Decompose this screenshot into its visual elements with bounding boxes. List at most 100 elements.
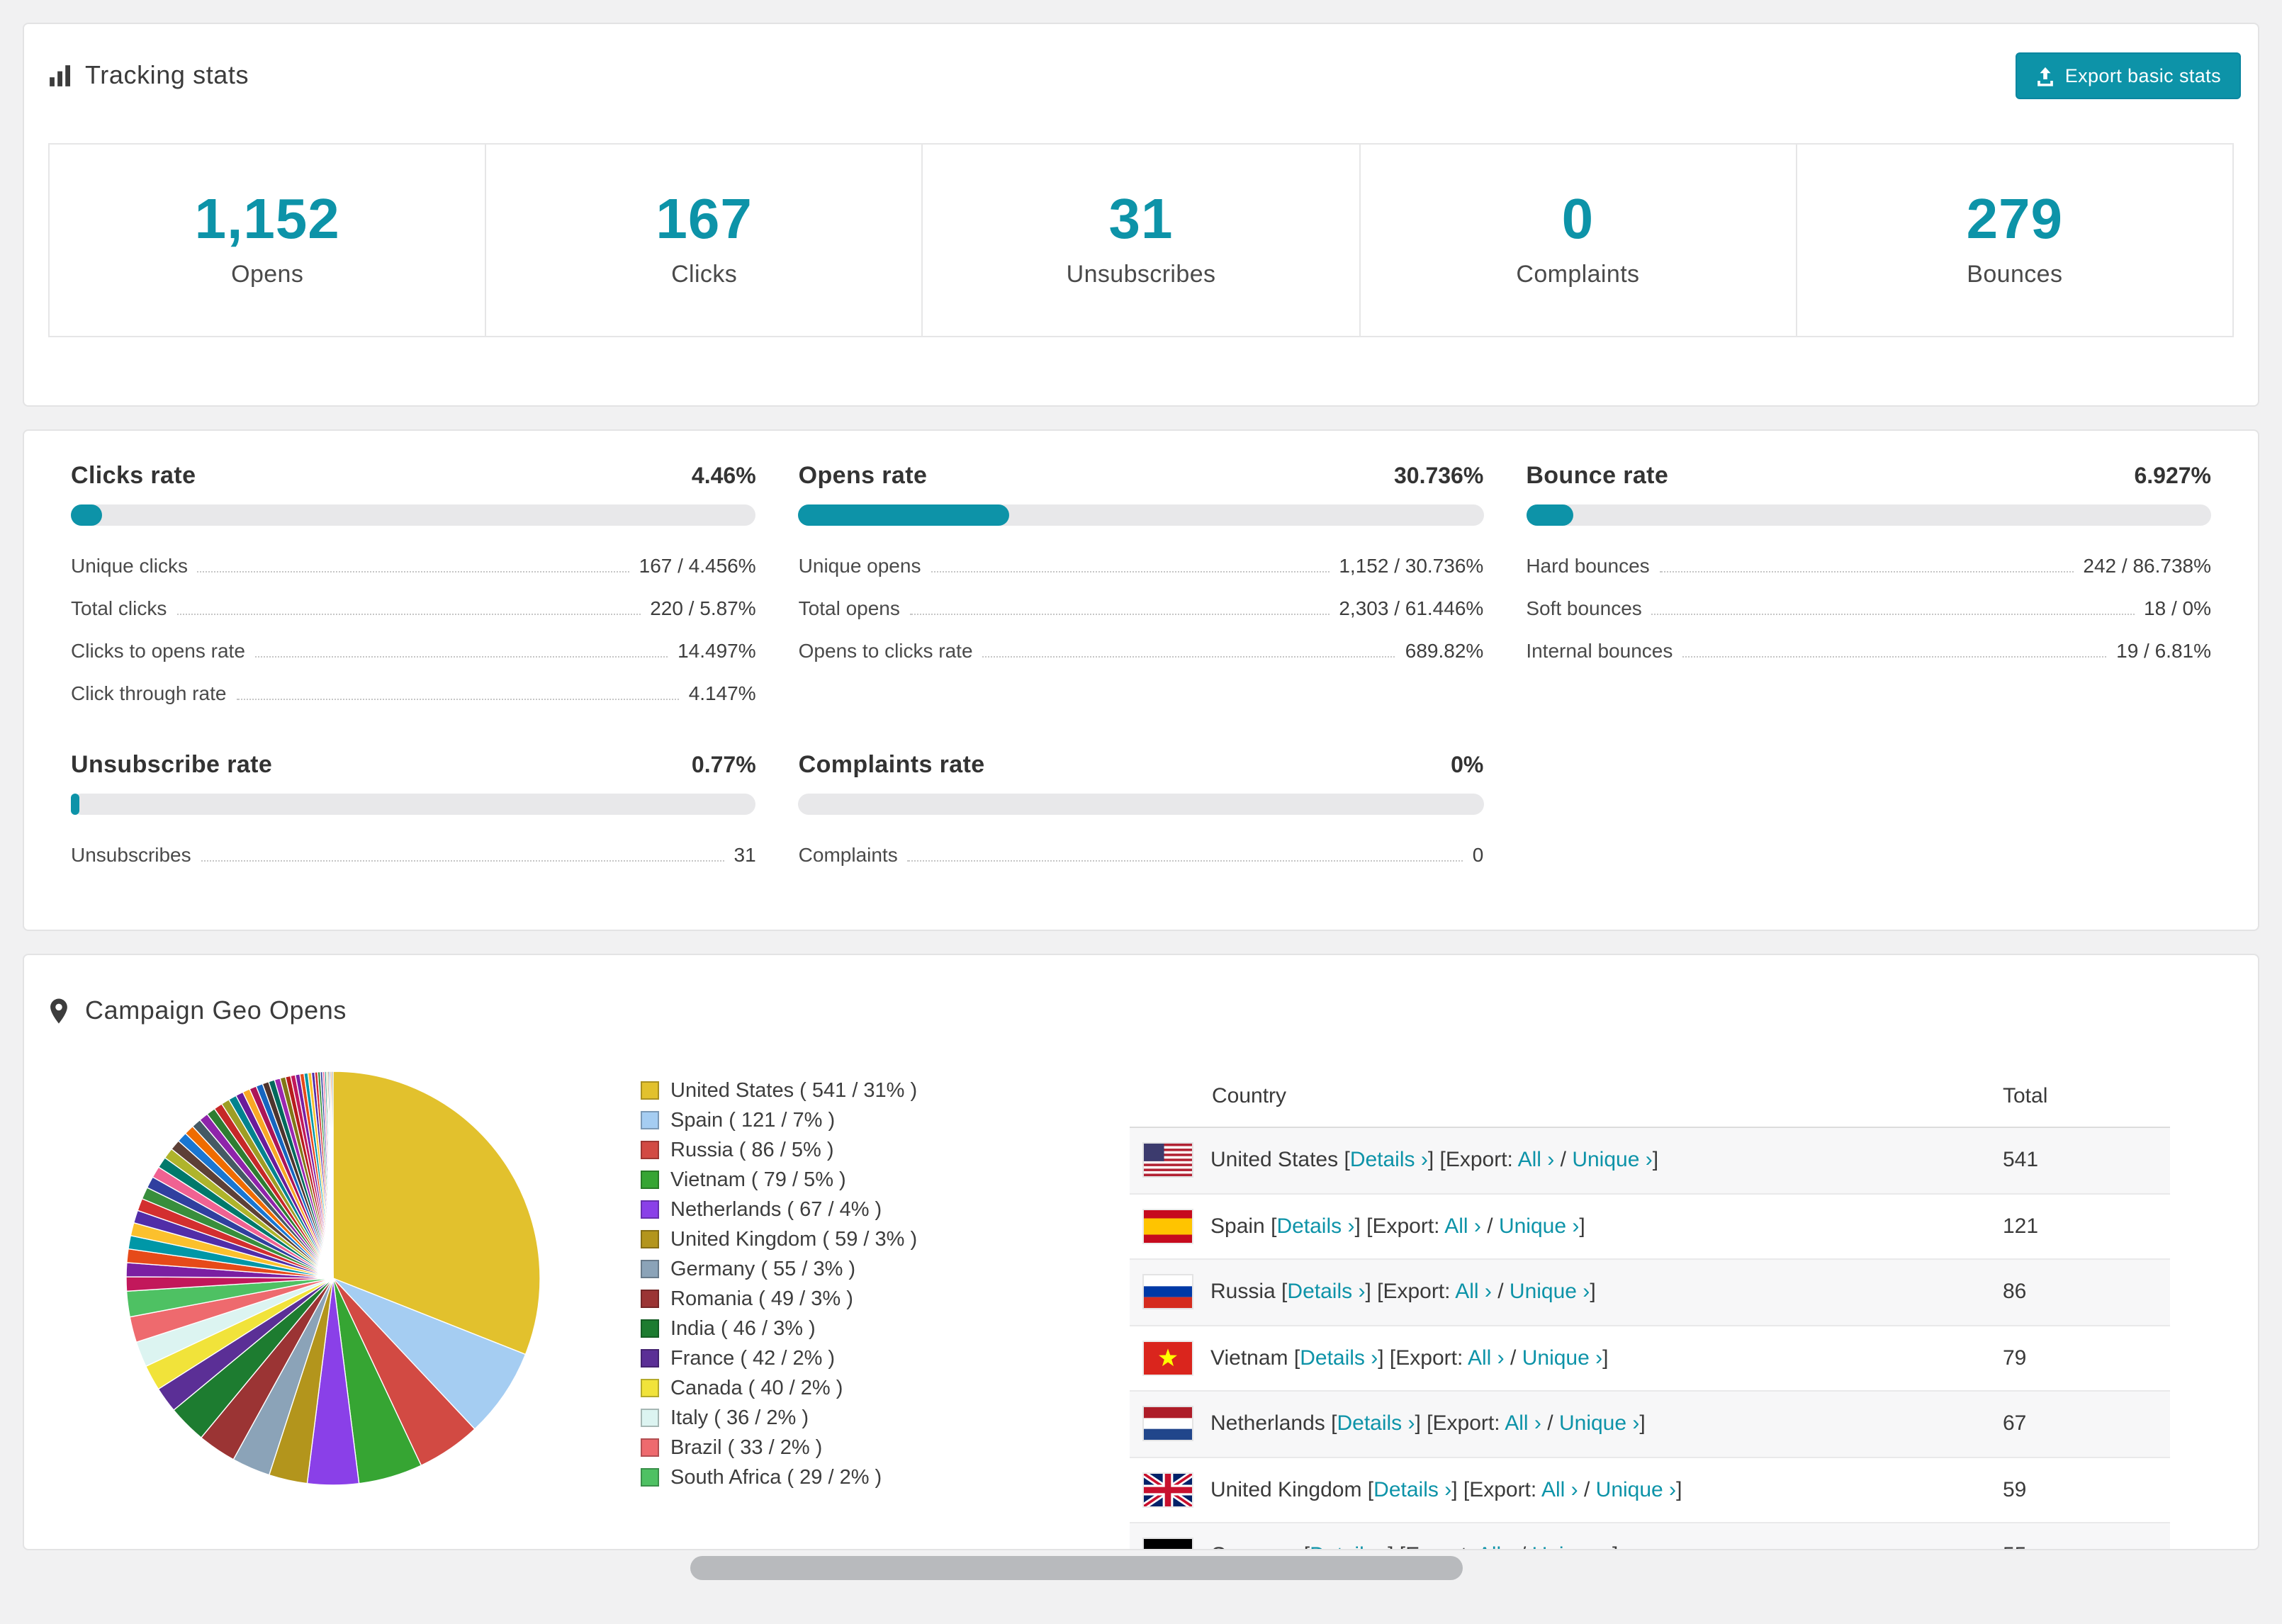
export-unique-link[interactable]: Unique › xyxy=(1572,1149,1652,1173)
details-link[interactable]: Details › xyxy=(1337,1412,1415,1436)
rate-stat-value: 242 / 86.738% xyxy=(2083,554,2211,577)
details-link[interactable]: Details › xyxy=(1373,1478,1451,1502)
rate-stat-label: Total opens xyxy=(798,597,900,619)
stat-value: 167 xyxy=(656,188,753,251)
row-total: 79 xyxy=(2003,1346,2027,1370)
export-all-link[interactable]: All › xyxy=(1444,1214,1481,1239)
rate-progress-fill xyxy=(71,794,80,815)
export-all-link[interactable]: All › xyxy=(1541,1478,1578,1502)
tracking-stats-card: Tracking stats Export basic stats 1,152 … xyxy=(23,23,2259,407)
table-row: United States [Details ›] [Export: All ›… xyxy=(1130,1128,2170,1194)
legend-label: Brazil ( 33 / 2% ) xyxy=(670,1436,823,1459)
rates-card: Clicks rate 4.46% Unique clicks 167 / 4.… xyxy=(23,429,2259,931)
table-row: Germany [Details ›] [Export: All › / Uni… xyxy=(1130,1523,2170,1550)
geo-content: United States ( 541 / 31% ) Spain ( 121 … xyxy=(24,1066,2258,1550)
row-total: 121 xyxy=(2003,1214,2039,1239)
rate-stat-label: Unique clicks xyxy=(71,554,188,577)
export-unique-link[interactable]: Unique › xyxy=(1522,1346,1602,1370)
legend-item: Canada ( 40 / 2% ) xyxy=(641,1373,1130,1403)
rate-stat-value: 2,303 / 61.446% xyxy=(1339,597,1484,619)
dotted-leader xyxy=(931,571,1330,573)
rate-stat-label: Hard bounces xyxy=(1526,554,1650,577)
country-name: Germany xyxy=(1210,1544,1298,1550)
dotted-leader xyxy=(907,860,1463,862)
rate-progress-bar xyxy=(798,504,1484,526)
country-name: Spain xyxy=(1210,1214,1265,1239)
stat-label: Clicks xyxy=(671,261,738,288)
rate-stat-value: 689.82% xyxy=(1405,639,1484,662)
stat-box: 0 Complaints xyxy=(1359,143,1797,337)
dotted-leader xyxy=(201,860,724,862)
details-link[interactable]: Details › xyxy=(1300,1346,1378,1370)
export-button-label: Export basic stats xyxy=(2064,65,2221,86)
legend-label: Romania ( 49 / 3% ) xyxy=(670,1287,853,1310)
export-unique-link[interactable]: Unique › xyxy=(1499,1214,1579,1239)
rate-stat-row: Complaints 0 xyxy=(799,833,1484,876)
stat-box: 167 Clicks xyxy=(485,143,923,337)
bar-chart-icon xyxy=(48,64,72,88)
rate-progress-fill xyxy=(71,504,102,526)
rate-stat-row: Clicks to opens rate 14.497% xyxy=(71,629,756,672)
legend-item: Germany ( 55 / 3% ) xyxy=(641,1254,1130,1284)
rate-value: 30.736% xyxy=(1393,465,1484,489)
rate-stat-label: Soft bounces xyxy=(1526,597,1642,619)
export-all-link[interactable]: All › xyxy=(1478,1544,1514,1550)
export-unique-link[interactable]: Unique › xyxy=(1510,1280,1590,1304)
country-name: United States xyxy=(1210,1148,1339,1173)
rate-block: Unsubscribe rate 0.77% Unsubscribes 31 xyxy=(71,751,756,876)
legend-item: France ( 42 / 2% ) xyxy=(641,1343,1130,1373)
column-header-country: Country xyxy=(1212,1084,1287,1108)
rate-stat-row: Unique opens 1,152 / 30.736% xyxy=(799,544,1484,587)
details-link[interactable]: Details › xyxy=(1276,1214,1354,1239)
horizontal-scrollbar-thumb[interactable] xyxy=(690,1556,1463,1580)
export-all-link[interactable]: All › xyxy=(1505,1412,1541,1436)
geo-pie-chart[interactable] xyxy=(24,1066,641,1491)
rate-stat-value: 14.497% xyxy=(678,639,756,662)
export-all-link[interactable]: All › xyxy=(1518,1149,1555,1173)
dotted-leader xyxy=(197,571,629,573)
legend-color-swatch xyxy=(641,1111,659,1129)
dotted-leader xyxy=(254,656,668,658)
dotted-leader xyxy=(236,699,679,700)
legend-label: Spain ( 121 / 7% ) xyxy=(670,1109,836,1132)
rate-stat-label: Unique opens xyxy=(798,554,921,577)
country-flag-icon xyxy=(1144,1473,1192,1506)
pie-legend: United States ( 541 / 31% ) Spain ( 121 … xyxy=(641,1066,1130,1492)
rate-progress-fill xyxy=(1526,504,1574,526)
rate-stat-value: 220 / 5.87% xyxy=(650,597,756,619)
rate-stat-label: Internal bounces xyxy=(1526,639,1673,662)
rate-stat-value: 19 / 6.81% xyxy=(2116,639,2211,662)
country-cell: Vietnam [Details ›] [Export: All › / Uni… xyxy=(1210,1346,1609,1370)
stat-label: Bounces xyxy=(1967,261,2063,288)
rate-stat-value: 167 / 4.456% xyxy=(639,554,756,577)
legend-item: Brazil ( 33 / 2% ) xyxy=(641,1433,1130,1462)
export-all-link[interactable]: All › xyxy=(1455,1280,1492,1304)
rate-value: 0.77% xyxy=(691,754,756,778)
rate-title: Unsubscribe rate xyxy=(71,751,273,778)
country-cell: United States [Details ›] [Export: All ›… xyxy=(1210,1148,1659,1173)
rate-block: Clicks rate 4.46% Unique clicks 167 / 4.… xyxy=(71,462,756,714)
export-unique-link[interactable]: Unique › xyxy=(1596,1478,1676,1502)
export-basic-stats-button[interactable]: Export basic stats xyxy=(2015,52,2241,99)
details-link[interactable]: Details › xyxy=(1287,1280,1365,1304)
legend-label: South Africa ( 29 / 2% ) xyxy=(670,1466,882,1489)
rate-stat-row: Internal bounces 19 / 6.81% xyxy=(1526,629,2211,672)
row-total: 55 xyxy=(2003,1544,2156,1550)
export-all-link[interactable]: All › xyxy=(1468,1346,1505,1370)
details-link[interactable]: Details › xyxy=(1350,1149,1428,1173)
dotted-leader xyxy=(1659,571,2074,573)
legend-color-swatch xyxy=(641,1290,659,1308)
rate-progress-bar xyxy=(1526,504,2211,526)
rate-stat-label: Complaints xyxy=(798,843,898,866)
export-unique-link[interactable]: Unique › xyxy=(1559,1412,1639,1436)
rate-stat-value: 4.147% xyxy=(688,682,756,704)
rate-stat-value: 31 xyxy=(734,843,756,866)
rate-stat-label: Total clicks xyxy=(71,597,167,619)
rate-stat-label: Opens to clicks rate xyxy=(798,639,973,662)
legend-label: France ( 42 / 2% ) xyxy=(670,1347,836,1370)
details-link[interactable]: Details › xyxy=(1310,1544,1388,1550)
export-unique-link[interactable]: Unique › xyxy=(1532,1544,1612,1550)
legend-color-swatch xyxy=(641,1379,659,1397)
row-total: 86 xyxy=(2003,1280,2027,1304)
rate-progress-fill xyxy=(798,504,1009,526)
